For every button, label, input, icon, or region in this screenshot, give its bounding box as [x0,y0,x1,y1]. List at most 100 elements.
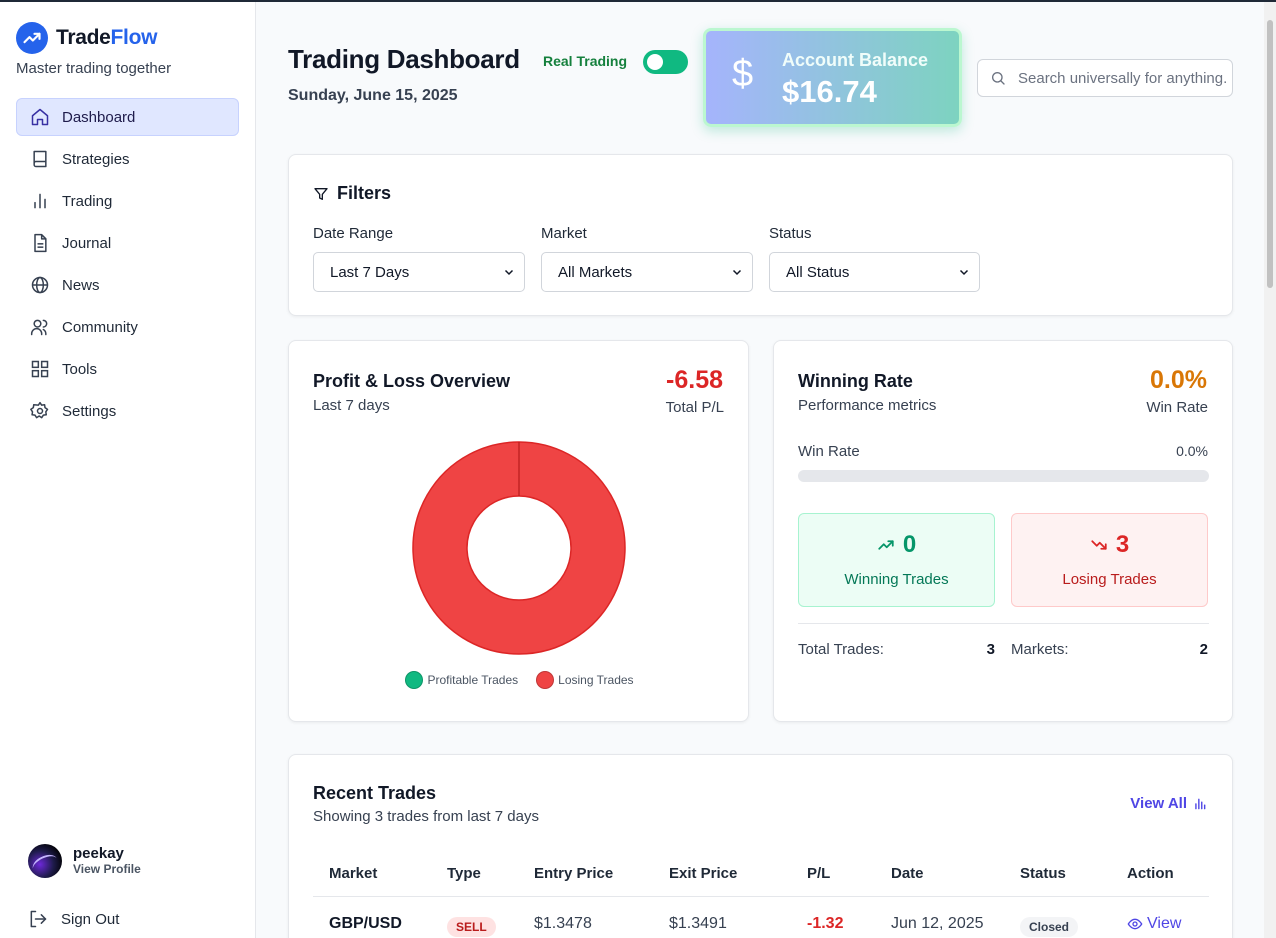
trend-up-logo-icon [16,22,48,54]
column-header[interactable]: Date [891,865,924,882]
market-select[interactable]: All Markets [541,252,753,292]
status-select[interactable]: All Status [769,252,980,292]
filters-card: Filters Date Range Last 7 Days Market Al… [288,154,1233,316]
recent-trades-card: Recent Trades Showing 3 trades from last… [288,754,1233,938]
file-text-icon [30,233,50,253]
total-trades-value: 3 [986,641,995,658]
status-filter: Status All Status [769,225,980,292]
sidebar-item-label: Settings [62,402,117,420]
sidebar-item-label: Journal [62,234,112,252]
recent-trades-title: Recent Trades [313,783,437,803]
date-range-label: Date Range [313,225,394,242]
table-row[interactable]: GBP/USD SELL $1.3478 $1.3491 -1.32 Jun 1… [313,897,1209,938]
sign-out-button[interactable]: Sign Out [28,909,119,929]
losing-trades-box: 3 Losing Trades [1011,513,1208,607]
sidebar-item-tools[interactable]: Tools [16,350,239,388]
sidebar-item-trading[interactable]: Trading [16,182,239,220]
win-rate-label: Win Rate [1146,399,1208,416]
home-icon [30,107,50,127]
pl-total-label: Total P/L [665,399,724,416]
trade-market: GBP/USD [329,915,402,932]
trade-type-badge: SELL [447,917,496,937]
sidebar-item-label: Strategies [62,150,130,168]
chevron-down-icon [959,269,969,276]
brand-name: TradeFlow [56,26,158,49]
trade-date: Jun 12, 2025 [891,915,984,932]
pl-total-value: -6.58 [666,366,723,394]
sidebar-item-settings[interactable]: Settings [16,392,239,430]
page-title: Trading Dashboard [288,44,520,74]
markets-label: Markets: [1011,641,1069,658]
column-header[interactable]: Action [1127,865,1174,882]
sidebar-item-journal[interactable]: Journal [16,224,239,262]
column-header[interactable]: Status [1020,865,1066,882]
column-header[interactable]: Type [447,865,481,882]
search-input[interactable] [1018,69,1228,87]
column-header[interactable]: Exit Price [669,865,737,882]
sidebar-item-label: Tools [62,360,98,378]
sidebar-item-community[interactable]: Community [16,308,239,346]
real-trading-toggle[interactable] [643,50,688,74]
search-box[interactable] [977,59,1233,97]
losing-trades-count: 3 [1115,531,1130,558]
column-header[interactable]: P/L [807,865,830,882]
market-label: Market [541,225,587,242]
toggle-knob [647,54,663,70]
page-date: Sunday, June 15, 2025 [288,87,458,104]
status-label: Status [769,225,812,242]
balance-label: Account Balance [782,50,929,70]
trades-table-header: Market Type Entry Price Exit Price P/L D… [313,863,1209,897]
market-filter: Market All Markets [541,225,753,292]
legend-label: Profitable Trades [427,673,519,687]
view-profile-link[interactable]: View Profile [73,862,141,877]
pl-subtitle: Last 7 days [313,397,390,414]
sidebar-item-strategies[interactable]: Strategies [16,140,239,178]
profit-loss-card: Profit & Loss Overview Last 7 days -6.58… [288,340,749,722]
chart-legend: Profitable Trades Losing Trades [289,671,750,689]
column-header[interactable]: Market [329,865,377,882]
recent-trades-subtitle: Showing 3 trades from last 7 days [313,808,539,825]
trade-exit-price: $1.3491 [669,915,727,932]
column-header[interactable]: Entry Price [534,865,613,882]
markets-stat: Markets: 2 [1011,641,1208,658]
wr-title: Winning Rate [798,371,913,391]
trend-down-icon [1091,540,1107,550]
date-range-filter: Date Range Last 7 Days [313,225,525,292]
view-trade-button[interactable]: View [1127,915,1181,933]
real-trading-label: Real Trading [543,53,628,69]
legend-item-losing-trades[interactable]: Losing Trades [536,671,634,689]
book-icon [30,149,50,169]
wr-subtitle: Performance metrics [798,397,937,414]
brand-tagline: Master trading together [16,60,172,77]
legend-item-profitable-trades[interactable]: Profitable Trades [405,671,518,689]
legend-label: Losing Trades [558,673,634,687]
sidebar-item-news[interactable]: News [16,266,239,304]
divider [798,623,1209,624]
sidebar-item-label: News [62,276,100,294]
balance-value: $16.74 [782,74,877,109]
sidebar-item-dashboard[interactable]: Dashboard [16,98,239,136]
page-scrollbar[interactable] [1264,2,1276,938]
globe-icon [30,275,50,295]
view-all-link[interactable]: View All [1130,795,1207,812]
sign-out-icon [30,910,47,928]
pl-title: Profit & Loss Overview [313,371,511,391]
profile-name: peekay [73,845,124,862]
winning-trades-label: Winning Trades [844,571,949,588]
trade-entry-price: $1.3478 [534,915,592,932]
win-rate-bar-label: Win Rate [798,443,860,460]
dollar-icon: $ [732,53,754,95]
scrollbar-thumb[interactable] [1267,20,1273,288]
win-rate-progress-bar [798,470,1209,482]
date-range-select[interactable]: Last 7 Days [313,252,525,292]
legend-swatch [536,671,555,689]
user-profile[interactable]: peekay View Profile [28,844,141,878]
users-icon [30,317,50,337]
chevron-down-icon [732,269,742,276]
search-icon [992,72,1005,85]
winning-rate-card: Winning Rate Performance metrics 0.0% Wi… [773,340,1233,722]
pl-donut-chart [412,441,626,655]
avatar [28,844,62,878]
brand[interactable]: TradeFlow [16,22,157,54]
sidebar-item-label: Trading [62,192,113,210]
